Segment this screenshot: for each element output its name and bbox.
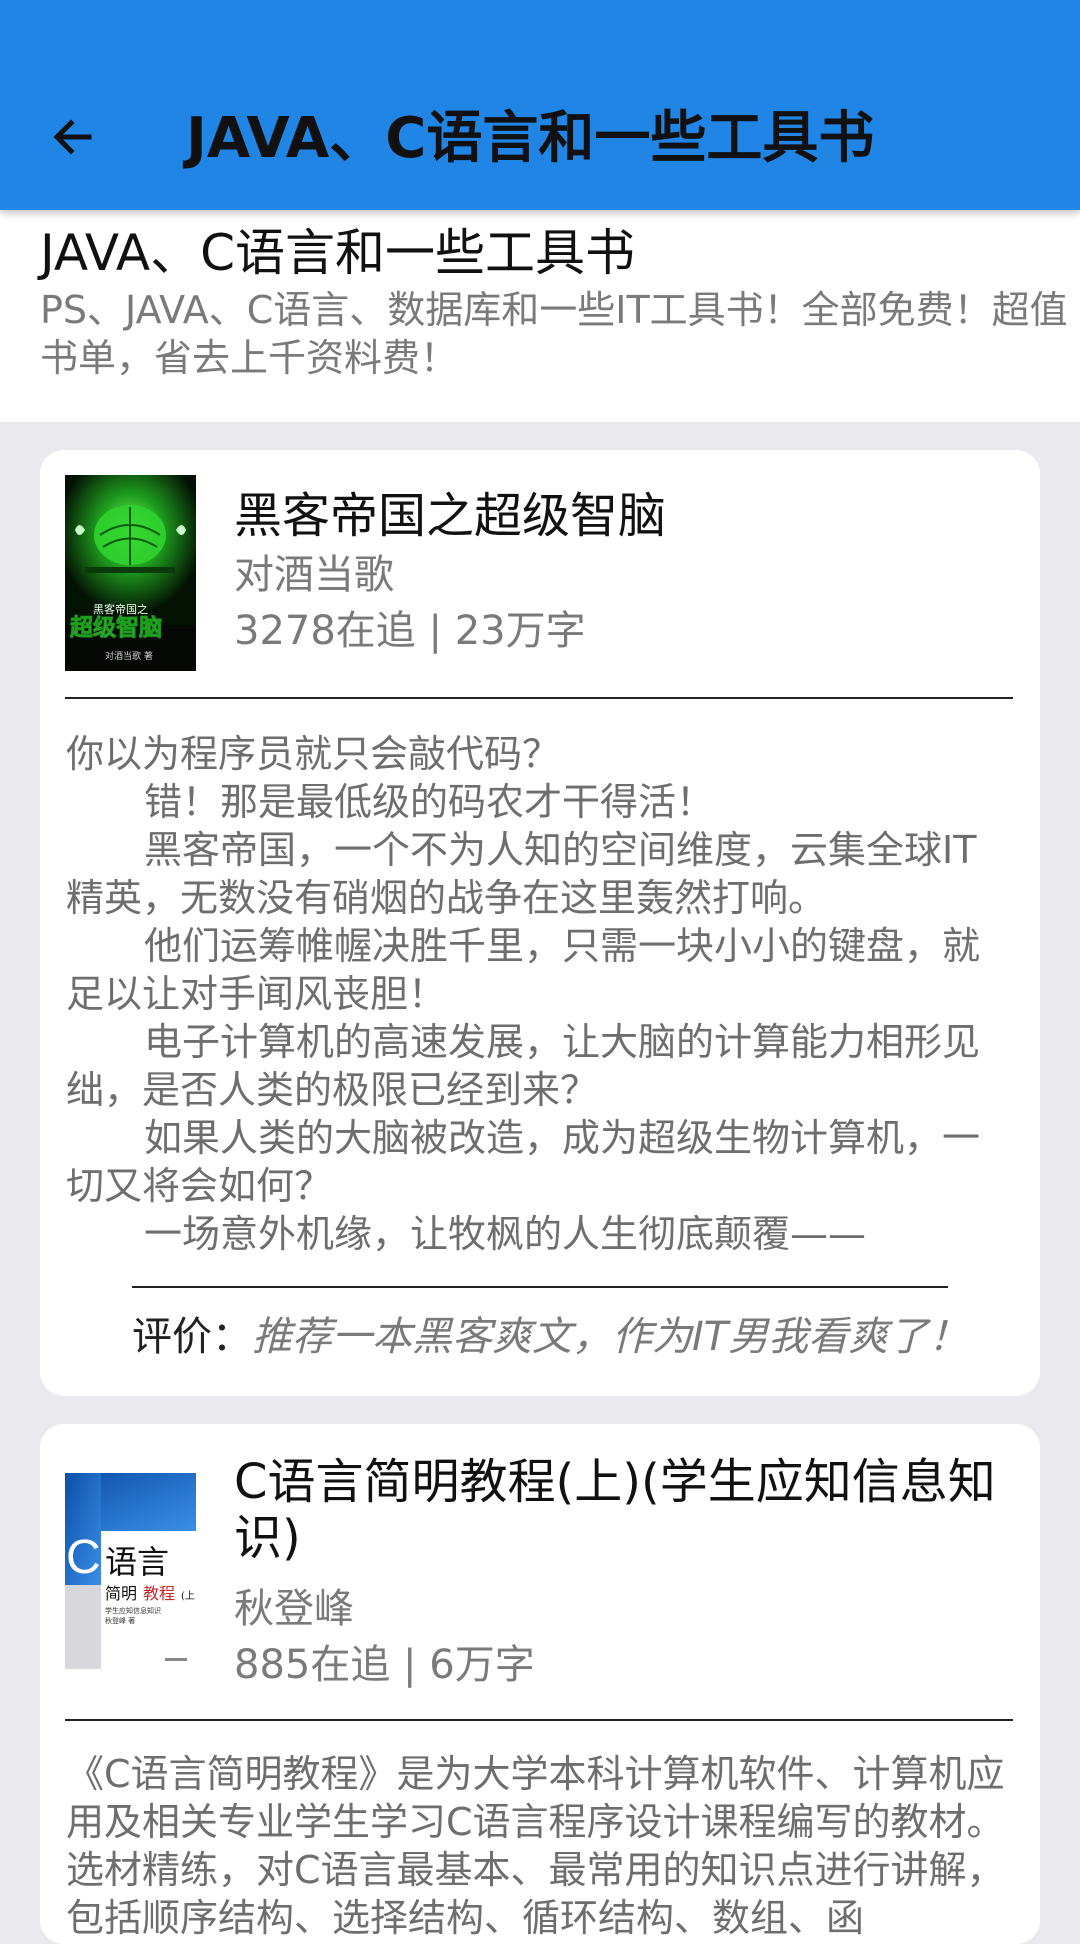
book-author: 秋登峰 bbox=[234, 1586, 354, 1632]
book-stats: 3278在追 | 23万字 bbox=[234, 608, 586, 654]
description-paragraph: 错！那是最低级的码农才干得活！ bbox=[144, 780, 715, 824]
list-title: JAVA、C语言和一些工具书 bbox=[40, 224, 635, 282]
book-cover-image: C 语言 简明 教程 (上 学生应知信息知识 秋登峰 著 bbox=[65, 1473, 196, 1669]
list-description: PS、JAVA、C语言、数据库和一些IT工具书！全部免费！超值书单，省去上千资料… bbox=[40, 288, 1068, 380]
svg-text:超级智脑: 超级智脑 bbox=[70, 614, 162, 641]
app-bar-title: JAVA、C语言和一些工具书 bbox=[186, 106, 875, 171]
book-cover: C 语言 简明 教程 (上 学生应知信息知识 秋登峰 著 bbox=[65, 1473, 196, 1669]
book-author: 对酒当歌 bbox=[234, 552, 394, 598]
svg-text:秋登峰 著: 秋登峰 著 bbox=[105, 1616, 135, 1625]
description-paragraph: 他们运筹帷幄决胜千里，只需一块小小的键盘，就足以让对手闻风丧胆！ bbox=[66, 924, 981, 1016]
svg-text:语言: 语言 bbox=[105, 1543, 169, 1581]
review-text: 推荐一本黑客爽文，作为IT男我看爽了！ bbox=[252, 1314, 969, 1360]
description-paragraph: 你以为程序员就只会敲代码？ bbox=[66, 732, 561, 776]
review-divider bbox=[132, 1286, 948, 1288]
divider bbox=[65, 1719, 1013, 1721]
book-card[interactable]: C 语言 简明 教程 (上 学生应知信息知识 秋登峰 著 C语言简明教程(上)(… bbox=[40, 1424, 1040, 1944]
list-header: JAVA、C语言和一些工具书 PS、JAVA、C语言、数据库和一些IT工具书！全… bbox=[0, 210, 1080, 422]
book-description: 你以为程序员就只会敲代码？ 错！那是最低级的码农才干得活！ 黑客帝国，一个不为人… bbox=[66, 730, 1010, 1258]
app-bar: JAVA、C语言和一些工具书 bbox=[0, 0, 1080, 210]
book-stats: 885在追 | 6万字 bbox=[234, 1642, 535, 1688]
svg-text:对酒当歌 著: 对酒当歌 著 bbox=[105, 650, 153, 662]
divider bbox=[65, 697, 1013, 699]
arrow-left-icon bbox=[53, 119, 92, 155]
svg-text:黑客帝国之: 黑客帝国之 bbox=[93, 602, 148, 616]
svg-text:(上: (上 bbox=[181, 1590, 195, 1602]
svg-text:学生应知信息知识: 学生应知信息知识 bbox=[105, 1606, 161, 1615]
back-button[interactable] bbox=[38, 102, 108, 172]
svg-text:教程: 教程 bbox=[143, 1584, 175, 1603]
book-title[interactable]: 黑客帝国之超级智脑 bbox=[234, 488, 1024, 544]
description-paragraph: 《C语言简明教程》是为大学本科计算机软件、计算机应用及相关专业学生学习C语言程序… bbox=[66, 1752, 1005, 1940]
book-title[interactable]: C语言简明教程(上)(学生应知信息知识) bbox=[234, 1454, 1024, 1566]
svg-text:简明: 简明 bbox=[105, 1584, 137, 1603]
svg-text:C: C bbox=[66, 1531, 101, 1584]
book-description: 《C语言简明教程》是为大学本科计算机软件、计算机应用及相关专业学生学习C语言程序… bbox=[66, 1750, 1010, 1942]
description-paragraph: 如果人类的大脑被改造，成为超级生物计算机，一切又将会如何？ bbox=[66, 1116, 981, 1208]
review-label: 评价： bbox=[132, 1314, 252, 1360]
description-paragraph: 电子计算机的高速发展，让大脑的计算能力相形见绌，是否人类的极限已经到来？ bbox=[66, 1020, 981, 1112]
description-paragraph: 一场意外机缘，让牧枫的人生彻底颠覆—— bbox=[144, 1212, 867, 1256]
review: 评价：推荐一本黑客爽文，作为IT男我看爽了！ bbox=[132, 1312, 968, 1362]
book-cover-image: 黑客帝国之 超级智脑 对酒当歌 著 bbox=[65, 475, 196, 671]
description-paragraph: 黑客帝国，一个不为人知的空间维度，云集全球IT精英，无数没有硝烟的战争在这里轰然… bbox=[66, 828, 977, 920]
book-cover: 黑客帝国之 超级智脑 对酒当歌 著 bbox=[65, 475, 196, 671]
book-card[interactable]: 黑客帝国之 超级智脑 对酒当歌 著 黑客帝国之超级智脑 对酒当歌 3278在追 … bbox=[40, 450, 1040, 1396]
